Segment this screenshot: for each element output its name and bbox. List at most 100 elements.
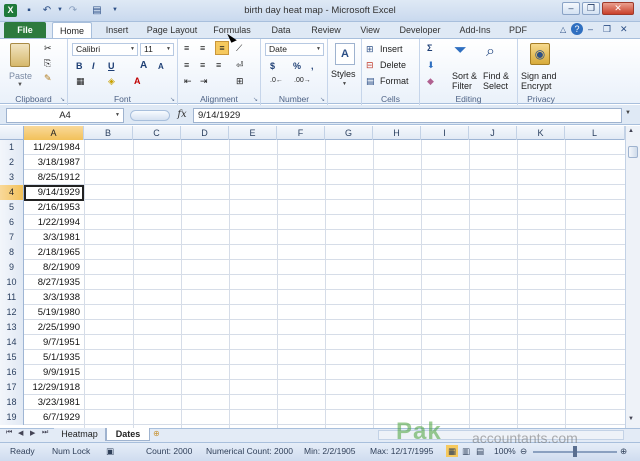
format-cells-button[interactable]: Format xyxy=(380,75,409,87)
row-header[interactable]: 4 xyxy=(0,185,24,200)
underline-button[interactable]: U xyxy=(108,60,115,72)
cell-a[interactable]: 12/29/1918 xyxy=(25,380,83,395)
worksheet-grid[interactable]: 1 11/29/1984 2 3/18/1987 3 8/25/1912 4 9/14/192… xyxy=(0,140,625,428)
tab-add-ins[interactable]: Add-Ins xyxy=(454,22,496,38)
row-header[interactable]: 2 xyxy=(0,155,24,170)
tab-developer[interactable]: Developer xyxy=(394,22,446,38)
sheet-nav-prev-icon[interactable]: ◀ xyxy=(18,429,23,437)
macro-record-icon[interactable]: ▣ xyxy=(106,445,114,457)
paste-button[interactable]: Paste xyxy=(9,70,32,82)
tab-review[interactable]: Review xyxy=(306,22,346,38)
percent-button[interactable]: % xyxy=(293,60,301,72)
close-button[interactable]: ✕ xyxy=(602,2,634,15)
autosum-icon[interactable]: Σ xyxy=(427,42,432,54)
row-header[interactable]: 12 xyxy=(0,305,24,320)
zoom-out-icon[interactable]: ⊖ xyxy=(520,445,527,457)
font-color-button[interactable]: A xyxy=(134,75,141,87)
cell-a[interactable]: 2/16/1953 xyxy=(25,200,83,215)
cell-a[interactable]: 5/19/1980 xyxy=(25,305,83,320)
sheet-nav-next-icon[interactable]: ▶ xyxy=(30,429,35,437)
cell-a[interactable]: 3/23/1981 xyxy=(25,395,83,410)
cell-a[interactable]: 8/2/1909 xyxy=(25,260,83,275)
styles-icon[interactable]: A xyxy=(335,43,355,65)
column-header[interactable]: G xyxy=(325,126,373,140)
column-header[interactable]: H xyxy=(373,126,421,140)
row-header[interactable]: 17 xyxy=(0,380,24,395)
page-layout-view-icon[interactable]: ▥ xyxy=(462,445,470,457)
wrap-text-icon[interactable]: ⏎ xyxy=(236,59,244,71)
tab-home[interactable]: Home xyxy=(52,22,92,39)
italic-button[interactable]: I xyxy=(92,60,95,72)
column-header[interactable]: I xyxy=(421,126,469,140)
cell-a[interactable]: 8/25/1912 xyxy=(25,170,83,185)
tab-view[interactable]: View xyxy=(354,22,386,38)
sheet-tab-heatmap[interactable]: Heatmap xyxy=(54,428,106,441)
column-header[interactable]: F xyxy=(277,126,325,140)
tab-file[interactable]: File xyxy=(4,22,46,38)
insert-cells-button[interactable]: Insert xyxy=(380,43,403,55)
cell-a[interactable]: 9/7/1951 xyxy=(25,335,83,350)
normal-view-icon[interactable]: ▦ xyxy=(446,445,459,457)
shrink-font-button[interactable]: A xyxy=(158,61,164,73)
row-header[interactable]: 7 xyxy=(0,230,24,245)
number-format-dropdown-icon[interactable]: ▼ xyxy=(316,46,321,52)
row-header[interactable]: 15 xyxy=(0,350,24,365)
number-launcher-icon[interactable]: ↘ xyxy=(320,96,325,103)
column-header[interactable]: D xyxy=(181,126,229,140)
row-header[interactable]: 6 xyxy=(0,215,24,230)
column-header[interactable]: A xyxy=(24,126,84,140)
orientation-icon[interactable]: ⟋ xyxy=(236,42,242,54)
cell-a[interactable]: 2/25/1990 xyxy=(25,320,83,335)
cell-a[interactable]: 1/22/1994 xyxy=(25,215,83,230)
cell-a[interactable]: 3/3/1981 xyxy=(25,230,83,245)
borders-icon[interactable]: ▦ xyxy=(76,75,85,87)
row-header[interactable]: 1 xyxy=(0,140,24,155)
font-launcher-icon[interactable]: ↘ xyxy=(170,96,175,103)
align-middle-icon[interactable]: ≡ xyxy=(200,42,205,54)
row-header[interactable]: 14 xyxy=(0,335,24,350)
row-header[interactable]: 13 xyxy=(0,320,24,335)
column-header[interactable]: J xyxy=(469,126,517,140)
formula-input[interactable]: 9/14/1929 xyxy=(193,108,622,123)
sign-encrypt-button-line2[interactable]: Encrypt xyxy=(521,80,552,92)
cell-a[interactable]: 11/29/1984 xyxy=(25,140,83,155)
font-size-dropdown-icon[interactable]: ▼ xyxy=(166,46,171,52)
row-header[interactable]: 18 xyxy=(0,395,24,410)
workbook-close-icon[interactable]: ✕ xyxy=(620,24,628,35)
column-header[interactable]: K xyxy=(517,126,565,140)
copy-icon[interactable]: ⎘ xyxy=(44,57,51,69)
zoom-slider-thumb[interactable] xyxy=(573,446,577,457)
tab-pdf[interactable]: PDF xyxy=(504,22,532,38)
row-header[interactable]: 16 xyxy=(0,365,24,380)
tab-data[interactable]: Data xyxy=(264,22,298,38)
increase-decimal-icon[interactable]: .0← xyxy=(270,75,283,87)
row-header[interactable]: 5 xyxy=(0,200,24,215)
scroll-down-icon[interactable]: ▼ xyxy=(628,416,634,422)
sort-filter-button-line2[interactable]: Filter xyxy=(452,80,472,92)
sheet-nav-last-icon[interactable]: ⏭ xyxy=(42,429,48,437)
expand-formula-bar-icon[interactable]: ▼ xyxy=(625,110,631,116)
column-header[interactable]: L xyxy=(565,126,625,140)
merge-center-icon[interactable]: ⊞ xyxy=(236,75,244,87)
cell-a[interactable]: 5/1/1935 xyxy=(25,350,83,365)
row-header[interactable]: 11 xyxy=(0,290,24,305)
paste-icon[interactable] xyxy=(10,43,30,67)
cell-a[interactable]: 8/27/1935 xyxy=(25,275,83,290)
fill-icon[interactable]: ⬇ xyxy=(427,59,435,71)
insert-function-button[interactable]: fx xyxy=(174,108,190,123)
row-header[interactable]: 3 xyxy=(0,170,24,185)
increase-indent-icon[interactable]: ⇥ xyxy=(200,75,208,87)
workbook-minimize-icon[interactable]: – xyxy=(588,24,593,34)
fill-color-icon[interactable]: ◈ xyxy=(108,75,115,87)
alignment-launcher-icon[interactable]: ↘ xyxy=(253,96,258,103)
sort-filter-icon[interactable]: ⏷ xyxy=(454,42,467,60)
find-select-button-line2[interactable]: Select xyxy=(483,80,508,92)
restore-button[interactable]: ❐ xyxy=(582,2,600,15)
clipboard-launcher-icon[interactable]: ↘ xyxy=(60,96,65,103)
select-all-button[interactable] xyxy=(0,126,24,140)
font-name-select[interactable]: Calibri xyxy=(72,43,138,56)
scroll-thumb[interactable] xyxy=(628,146,638,158)
styles-button[interactable]: Styles xyxy=(331,68,356,80)
align-left-icon[interactable]: ≡ xyxy=(184,59,189,71)
decrease-decimal-icon[interactable]: .00→ xyxy=(294,75,311,87)
